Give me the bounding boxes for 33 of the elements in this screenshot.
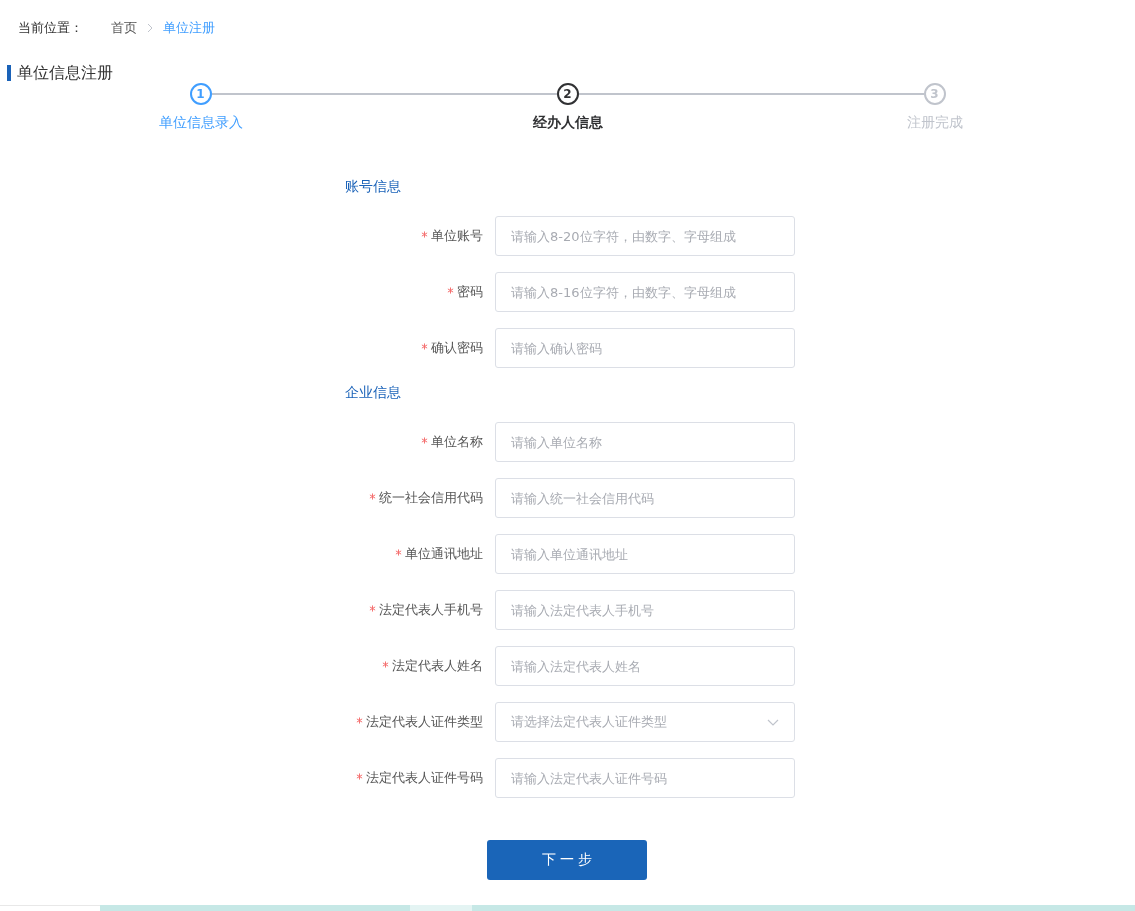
input-field[interactable]: 请输入8-16位字符，由数字、字母组成 (495, 272, 795, 312)
breadcrumb-link[interactable]: 首页 (111, 19, 137, 37)
title-accent-bar (7, 65, 11, 81)
step-number: 3 (923, 83, 946, 105)
section-heading: 企业信息 (345, 383, 402, 402)
input-field[interactable]: 请输入法定代表人手机号 (495, 590, 795, 630)
field-label: 法定代表人证件号码 (366, 769, 483, 787)
field-label: 确认密码 (431, 339, 483, 357)
step-label: 单位信息录入 (158, 114, 243, 132)
input-field[interactable]: 请输入法定代表人证件号码 (495, 758, 795, 798)
next-step-button[interactable]: 下 一 步 (487, 840, 647, 880)
input-field[interactable]: 请输入单位名称 (495, 422, 795, 462)
field-label: 法定代表人姓名 (392, 657, 483, 675)
step-label: 注册完成 (906, 114, 963, 132)
step-number: 2 (556, 83, 579, 105)
step-number: 1 (189, 83, 212, 105)
page-title: 单位信息注册 (17, 62, 113, 84)
field-label: 密码 (457, 283, 483, 301)
input-field[interactable]: 请输入法定代表人姓名 (495, 646, 795, 686)
field-label: 法定代表人手机号 (379, 601, 483, 619)
input-field[interactable]: 请输入8-20位字符，由数字、字母组成 (495, 216, 795, 256)
section-heading: 账号信息 (345, 177, 402, 196)
field-label: 法定代表人证件类型 (366, 713, 483, 731)
input-field[interactable]: 请输入单位通讯地址 (495, 534, 795, 574)
chevron-right-icon (147, 23, 153, 33)
field-label: 统一社会信用代码 (379, 489, 483, 507)
breadcrumb-label: 当前位置： (18, 19, 83, 37)
field-label: 单位名称 (431, 433, 483, 451)
step-label: 经办人信息 (532, 114, 603, 132)
field-label: 单位账号 (431, 227, 483, 245)
input-field[interactable]: 请输入确认密码 (495, 328, 795, 368)
chevron-down-icon (767, 718, 779, 726)
field-label: 单位通讯地址 (405, 545, 483, 563)
